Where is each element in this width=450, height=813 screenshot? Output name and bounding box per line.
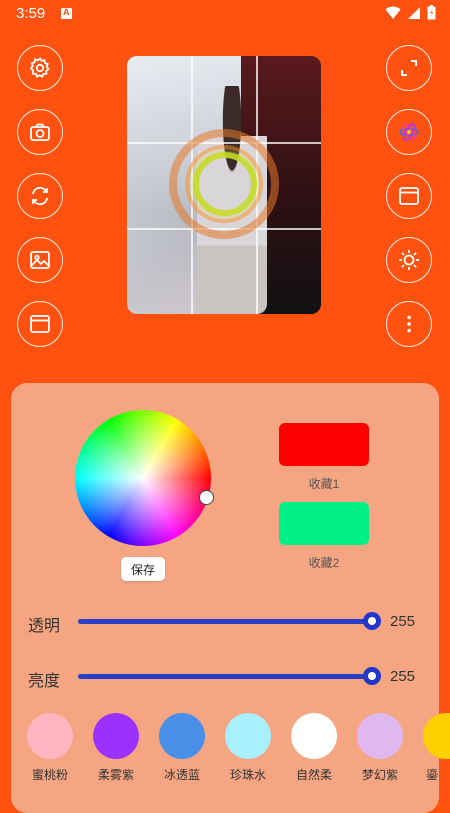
settings-button[interactable]	[17, 45, 63, 91]
gallery-button[interactable]	[17, 237, 63, 283]
battery-icon	[427, 5, 436, 20]
preset-swatch[interactable]	[357, 713, 403, 759]
preset-label: 自然柔	[295, 768, 332, 782]
expand-icon	[401, 60, 417, 76]
favorite-1-label: 收藏1	[308, 477, 340, 491]
signal-icon	[408, 6, 420, 19]
preset-swatch[interactable]	[27, 713, 73, 759]
image-icon	[30, 251, 50, 269]
camera-icon	[30, 123, 50, 141]
transparency-value: 255	[390, 613, 416, 630]
favorite-2-label: 收藏2	[308, 556, 340, 570]
atom-icon	[399, 123, 419, 141]
preset-label: 珍珠水	[229, 768, 266, 782]
preset-label: 梦幻紫	[361, 768, 398, 782]
gear-icon	[29, 57, 50, 78]
preset-label: 柔雾紫	[97, 768, 134, 782]
preset-label: 冰透蓝	[163, 768, 200, 782]
preset-swatch[interactable]	[93, 713, 139, 759]
refresh-icon	[32, 186, 48, 206]
brightness-button[interactable]	[386, 237, 432, 283]
preset-swatch[interactable]	[159, 713, 205, 759]
ring-light-inner	[193, 152, 257, 216]
switch-camera-button[interactable]	[17, 173, 63, 219]
wifi-icon	[385, 6, 401, 19]
window-icon	[30, 315, 50, 333]
preset-label: 鎏	[426, 768, 439, 782]
preset-swatch[interactable]	[291, 713, 337, 759]
favorite-1-swatch[interactable]	[279, 423, 369, 466]
transparency-slider-thumb[interactable]	[363, 612, 381, 630]
status-bar: 3:59	[0, 0, 450, 28]
save-button[interactable]: 保存	[121, 557, 165, 581]
more-vertical-icon	[407, 315, 411, 333]
brightness-label: 亮度	[28, 673, 61, 690]
camera-button[interactable]	[17, 109, 63, 155]
brightness-slider-thumb[interactable]	[363, 667, 381, 685]
color-wheel-handle[interactable]	[199, 490, 214, 505]
effects-button[interactable]	[386, 109, 432, 155]
layout-button[interactable]	[386, 173, 432, 219]
color-wheel[interactable]	[75, 410, 211, 546]
sun-icon	[399, 250, 419, 270]
preset-label: 蜜桃粉	[31, 768, 68, 782]
brightness-value: 255	[390, 668, 416, 685]
transparency-label: 透明	[28, 618, 61, 635]
camera-preview[interactable]	[127, 56, 321, 314]
layout-icon	[399, 187, 419, 205]
window-button[interactable]	[17, 301, 63, 347]
status-time: 3:59	[16, 5, 46, 22]
brightness-slider-track[interactable]	[78, 674, 372, 679]
system-icons	[385, 5, 436, 20]
favorite-2-swatch[interactable]	[279, 502, 369, 545]
transparency-slider-track[interactable]	[78, 619, 372, 624]
fullscreen-button[interactable]	[386, 45, 432, 91]
more-button[interactable]	[386, 301, 432, 347]
preset-swatch[interactable]	[225, 713, 271, 759]
notification-icon	[61, 7, 72, 19]
